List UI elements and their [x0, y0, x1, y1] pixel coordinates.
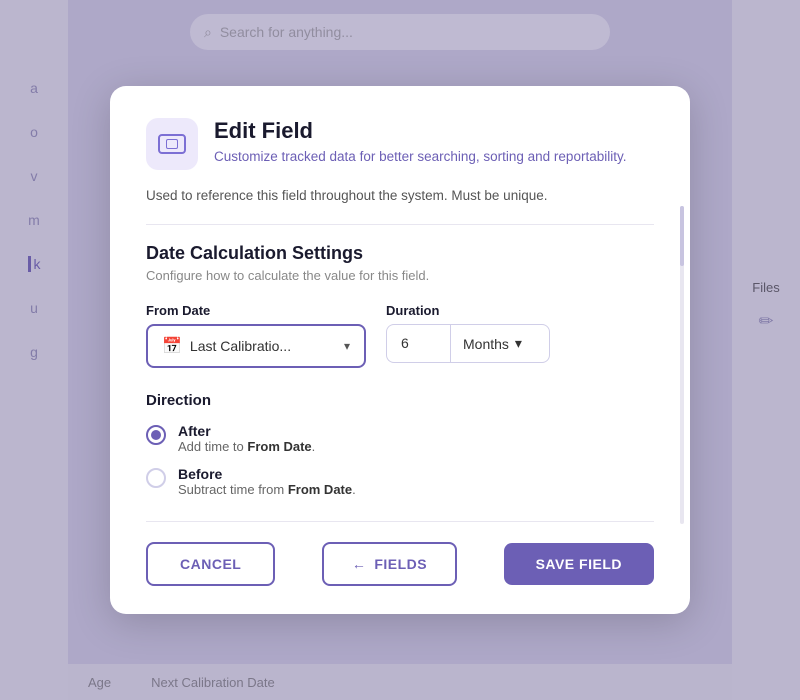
from-date-select[interactable]: 📅 Last Calibratio... ▾ [146, 324, 366, 368]
date-calc-section: Date Calculation Settings Configure how … [146, 243, 654, 497]
duration-group: Duration 6 Months ▾ [386, 303, 550, 363]
duration-number[interactable]: 6 [386, 324, 450, 363]
modal-header: Edit Field Customize tracked data for be… [146, 118, 654, 170]
duration-label: Duration [386, 303, 550, 318]
save-field-button[interactable]: SAVE FIELD [504, 543, 654, 585]
direction-before-desc: Subtract time from From Date. [178, 482, 356, 497]
chevron-down-icon: ▾ [344, 339, 350, 353]
radio-before[interactable] [146, 468, 166, 488]
direction-section: Direction After Add time to From Date. [146, 392, 654, 497]
duration-unit-value: Months [463, 336, 509, 352]
duration-inputs: 6 Months ▾ [386, 324, 550, 363]
scrollbar-track[interactable] [680, 206, 684, 524]
arrow-left-icon: ← [352, 556, 367, 572]
direction-after-label: After [178, 423, 315, 439]
direction-after-text: After Add time to From Date. [178, 423, 315, 454]
duration-unit-select[interactable]: Months ▾ [450, 324, 550, 363]
section-title: Date Calculation Settings [146, 243, 654, 264]
cancel-button[interactable]: CANCEL [146, 542, 275, 586]
scrollbar-thumb[interactable] [680, 206, 684, 266]
direction-after-option[interactable]: After Add time to From Date. [146, 423, 654, 454]
subtitle-link: better searching, sorting and reportabil… [379, 149, 626, 164]
field-icon [158, 134, 186, 154]
direction-before-label: Before [178, 466, 356, 482]
fields-button[interactable]: ← FIELDS [322, 542, 457, 586]
modal-title-section: Edit Field Customize tracked data for be… [214, 118, 626, 167]
direction-after-desc: Add time to From Date. [178, 439, 315, 454]
direction-before-option[interactable]: Before Subtract time from From Date. [146, 466, 654, 497]
radio-after[interactable] [146, 425, 166, 445]
modal-footer: CANCEL ← FIELDS SAVE FIELD [146, 521, 654, 586]
fields-row: From Date 📅 Last Calibratio... ▾ Duratio… [146, 303, 654, 368]
from-date-label: From Date [146, 303, 366, 318]
fields-button-label: FIELDS [374, 556, 427, 572]
modal-icon-wrap [146, 118, 198, 170]
from-date-group: From Date 📅 Last Calibratio... ▾ [146, 303, 366, 368]
modal-description: Used to reference this field throughout … [146, 186, 654, 225]
from-date-value: Last Calibratio... [190, 338, 336, 354]
calendar-icon: 📅 [162, 336, 182, 356]
chevron-down-icon: ▾ [515, 335, 522, 352]
direction-before-text: Before Subtract time from From Date. [178, 466, 356, 497]
section-subtitle: Configure how to calculate the value for… [146, 268, 654, 283]
modal-title: Edit Field [214, 118, 626, 144]
subtitle-plain: Customize tracked data for [214, 149, 379, 164]
direction-title: Direction [146, 392, 654, 409]
modal: Edit Field Customize tracked data for be… [110, 86, 690, 614]
modal-subtitle: Customize tracked data for better search… [214, 148, 626, 167]
modal-overlay: Edit Field Customize tracked data for be… [0, 0, 800, 700]
